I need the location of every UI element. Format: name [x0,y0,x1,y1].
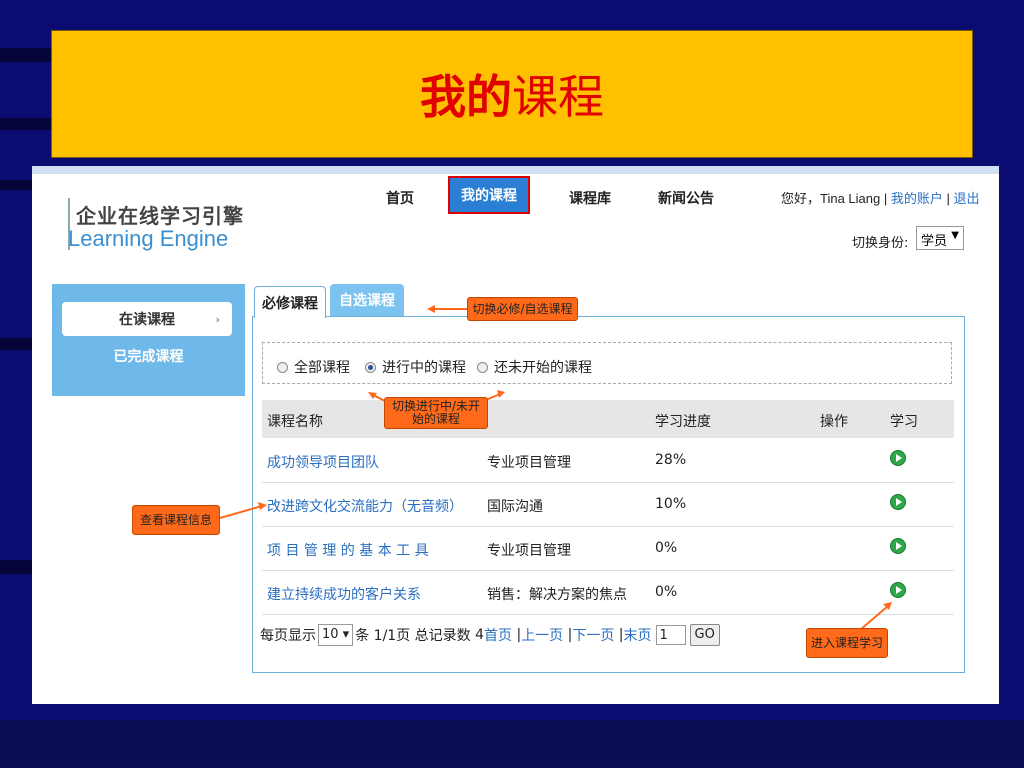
callout-switch-status: 切换进行中/未开始的课程 [384,397,488,429]
tab-required[interactable]: 必修课程 [254,286,326,318]
arrow-head [258,502,267,510]
callout-switch-tab: 切换必修/自选课程 [467,297,578,321]
arrow-line [485,393,501,401]
callout-view-info: 查看课程信息 [132,505,220,535]
arrow-head [427,305,435,313]
arrow-line [219,505,263,519]
arrow-head [497,390,505,398]
callout-enter-study: 进入课程学习 [806,628,888,658]
arrow-line [859,605,889,631]
